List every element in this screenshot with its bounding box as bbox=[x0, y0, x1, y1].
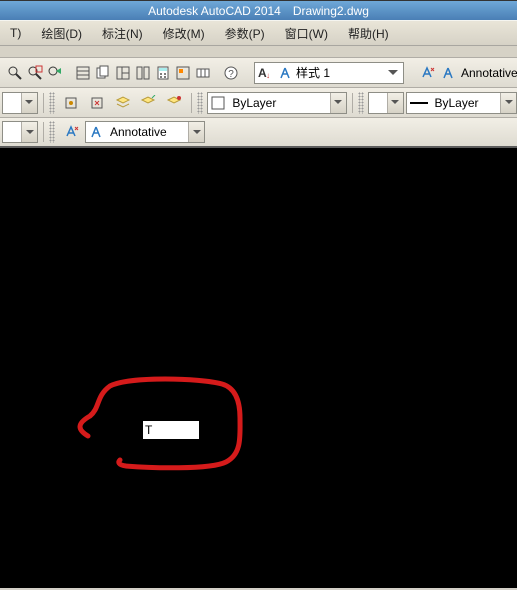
layer-iso-button[interactable] bbox=[137, 91, 161, 115]
toolbar-grip[interactable] bbox=[49, 92, 55, 114]
app-title: Autodesk AutoCAD 2014 bbox=[148, 4, 281, 18]
dropdown-icon[interactable] bbox=[387, 93, 403, 113]
calculator-button[interactable] bbox=[154, 61, 172, 85]
zoom-previous-button[interactable] bbox=[46, 61, 64, 85]
quickcalc-button[interactable] bbox=[194, 61, 212, 85]
lineweight-value: ByLayer bbox=[431, 96, 501, 110]
annotative-label: Annotative bbox=[457, 66, 517, 80]
menu-dimension[interactable]: 标注(N) bbox=[92, 22, 153, 45]
properties-button[interactable] bbox=[74, 61, 92, 85]
annotative-icon bbox=[86, 125, 106, 139]
small-dropdown-2[interactable] bbox=[368, 92, 404, 114]
layout-button[interactable] bbox=[134, 61, 152, 85]
svg-text:?: ? bbox=[228, 69, 234, 80]
menu-bar: T) 绘图(D) 标注(N) 修改(M) 参数(P) 窗口(W) 帮助(H) bbox=[0, 20, 517, 46]
markup-button[interactable] bbox=[174, 61, 192, 85]
layer-states-button[interactable] bbox=[111, 91, 135, 115]
separator bbox=[352, 93, 353, 113]
annotation-config-button[interactable] bbox=[59, 120, 83, 144]
text-style-prefix-icon: A↓ bbox=[258, 66, 274, 80]
menu-draw[interactable]: 绘图(D) bbox=[31, 22, 92, 45]
annotative-value: Annotative bbox=[106, 125, 188, 139]
annotation-scale-button[interactable] bbox=[418, 61, 436, 85]
help-button[interactable]: ? bbox=[222, 61, 240, 85]
toolbar-row-3: Annotative bbox=[0, 118, 517, 148]
separator bbox=[191, 93, 192, 113]
bylayer-swatch-icon bbox=[208, 96, 228, 110]
separator bbox=[43, 93, 44, 113]
dropdown-icon[interactable] bbox=[500, 93, 516, 113]
menu-help[interactable]: 帮助(H) bbox=[338, 22, 399, 45]
toolbar-row-2: ByLayer ByLayer bbox=[0, 88, 517, 118]
separator bbox=[43, 122, 44, 142]
sheetset-button[interactable] bbox=[94, 61, 112, 85]
layer-uniso-button[interactable] bbox=[162, 91, 186, 115]
toolbar-grip[interactable] bbox=[197, 92, 203, 114]
small-dropdown-3[interactable] bbox=[2, 121, 38, 143]
annotative-a-icon bbox=[278, 66, 292, 80]
zoom-window-button[interactable] bbox=[26, 61, 44, 85]
title-bar: Autodesk AutoCAD 2014 Drawing2.dwg bbox=[0, 0, 517, 20]
toolbar-grip[interactable] bbox=[49, 121, 55, 143]
lineweight-icon bbox=[407, 98, 431, 108]
menu-modify[interactable]: 修改(M) bbox=[153, 22, 215, 45]
dropdown-icon[interactable] bbox=[188, 122, 204, 142]
annotative-dropdown[interactable]: Annotative bbox=[85, 121, 205, 143]
make-block-button[interactable] bbox=[59, 91, 83, 115]
tool-palettes-button[interactable] bbox=[114, 61, 132, 85]
menu-parametric[interactable]: 参数(P) bbox=[215, 22, 275, 45]
annotative-icon bbox=[441, 66, 455, 80]
toolbar-gap bbox=[0, 46, 517, 58]
linetype-value: ByLayer bbox=[228, 96, 329, 110]
command-input[interactable] bbox=[143, 421, 199, 439]
text-style-selector[interactable]: A↓ 样式 1 bbox=[254, 62, 404, 84]
refedit-button[interactable] bbox=[85, 91, 109, 115]
menu-format-partial[interactable]: T) bbox=[0, 23, 31, 43]
menu-window[interactable]: 窗口(W) bbox=[275, 22, 338, 45]
dropdown-icon[interactable] bbox=[21, 93, 37, 113]
linetype-dropdown[interactable]: ByLayer bbox=[207, 92, 346, 114]
annotation-scale-box[interactable]: Annotative bbox=[438, 62, 517, 84]
dropdown-icon[interactable] bbox=[21, 122, 37, 142]
text-style-value: 样式 1 bbox=[296, 64, 382, 81]
dropdown-icon[interactable] bbox=[330, 93, 346, 113]
zoom-realtime-button[interactable] bbox=[6, 61, 24, 85]
drawing-canvas[interactable] bbox=[0, 148, 517, 588]
document-name: Drawing2.dwg bbox=[293, 4, 369, 18]
svg-text:↓: ↓ bbox=[266, 71, 270, 80]
toolbar-row-1: ? A↓ 样式 1 Annotative bbox=[0, 58, 517, 88]
toolbar-grip[interactable] bbox=[358, 92, 364, 114]
lineweight-dropdown[interactable]: ByLayer bbox=[406, 92, 517, 114]
dropdown-icon[interactable] bbox=[386, 67, 400, 79]
small-dropdown-1[interactable] bbox=[2, 92, 38, 114]
